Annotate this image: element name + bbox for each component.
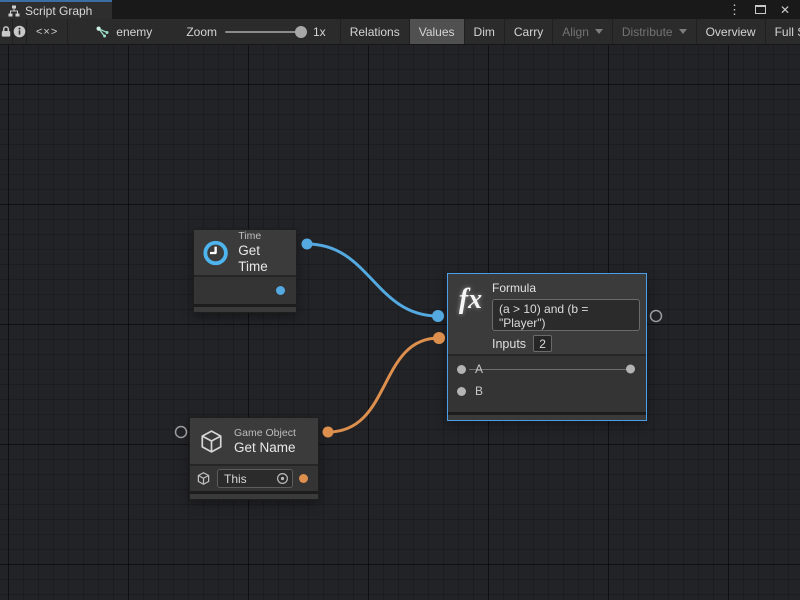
port-label: B xyxy=(475,384,483,398)
get-time-output-row xyxy=(194,275,296,304)
tab-title: Script Graph xyxy=(25,4,92,18)
cube-icon xyxy=(196,471,211,486)
get-name-input-row: This xyxy=(190,464,318,491)
clock-icon xyxy=(202,238,229,268)
fullscreen-button[interactable]: Full Screen xyxy=(766,19,800,44)
get-time-header: Time Get Time xyxy=(194,230,296,275)
distribute-label: Distribute xyxy=(622,25,673,39)
script-graph-window: Script Graph ⋮ ✕ <×> xyxy=(0,0,800,600)
output-port[interactable] xyxy=(626,365,635,374)
carry-button[interactable]: Carry xyxy=(505,19,553,44)
formula-expression-input[interactable]: (a > 10) and (b = "Player") xyxy=(492,299,640,331)
input-port-a[interactable] xyxy=(457,365,466,374)
node-title: Get Name xyxy=(234,440,296,456)
title-bar: Script Graph ⋮ ✕ xyxy=(0,0,800,19)
close-icon[interactable]: ✕ xyxy=(780,4,790,16)
window-controls: ⋮ ✕ xyxy=(728,0,800,19)
tab-script-graph[interactable]: Script Graph xyxy=(0,0,112,19)
inputs-label: Inputs xyxy=(492,337,526,351)
node-category: Time xyxy=(238,230,288,243)
node-get-time[interactable]: Time Get Time xyxy=(193,229,297,313)
node-category: Game Object xyxy=(234,427,296,440)
port-label: A xyxy=(475,362,483,376)
relations-button[interactable]: Relations xyxy=(341,19,410,44)
formula-ports: A B xyxy=(448,354,646,412)
chevron-down-icon xyxy=(679,29,687,34)
node-title: Formula xyxy=(492,281,640,295)
toolbar-spacer xyxy=(68,19,86,44)
graph-toolbar: <×> enemy Zoom 1x Relations Values Dim C… xyxy=(0,19,800,45)
get-name-header: Game Object Get Name xyxy=(190,418,318,464)
node-title: Get Time xyxy=(238,243,288,275)
inspector-button[interactable] xyxy=(13,19,27,44)
value-connection-line xyxy=(469,369,635,370)
zoom-slider-thumb[interactable] xyxy=(295,26,307,38)
node-get-name[interactable]: Game Object Get Name This xyxy=(189,417,319,500)
fx-icon: fx xyxy=(456,283,485,317)
cube-icon xyxy=(198,428,225,455)
input-port-b[interactable] xyxy=(457,387,466,396)
distribute-button[interactable]: Distribute xyxy=(613,19,697,44)
graph-reference[interactable]: enemy xyxy=(86,19,162,44)
input-row-a: A xyxy=(448,358,646,380)
chevron-down-icon xyxy=(595,29,603,34)
object-picker-icon[interactable] xyxy=(276,472,289,485)
zoom-label: Zoom xyxy=(186,25,217,39)
align-label: Align xyxy=(562,25,589,39)
maximize-icon[interactable] xyxy=(755,5,766,14)
node-footer xyxy=(448,412,646,420)
lock-button[interactable] xyxy=(0,19,13,44)
output-port[interactable] xyxy=(299,474,308,483)
target-object-value: This xyxy=(224,472,247,486)
node-footer xyxy=(194,304,296,312)
align-button[interactable]: Align xyxy=(553,19,613,44)
graph-hierarchy-icon xyxy=(8,5,20,17)
graph-name-label: enemy xyxy=(116,25,152,39)
dim-button[interactable]: Dim xyxy=(465,19,505,44)
node-formula[interactable]: fx Formula (a > 10) and (b = "Player") I… xyxy=(447,273,647,421)
node-footer xyxy=(190,491,318,499)
menu-icon[interactable]: ⋮ xyxy=(728,3,741,16)
zoom-slider[interactable] xyxy=(225,31,305,33)
info-icon xyxy=(13,25,26,38)
graph-icon xyxy=(96,26,110,38)
graph-canvas[interactable]: Time Get Time Game Object Get Name xyxy=(0,45,800,600)
zoom-value: 1x xyxy=(313,25,326,39)
formula-header: fx Formula (a > 10) and (b = "Player") I… xyxy=(448,274,646,354)
values-button[interactable]: Values xyxy=(410,19,465,44)
output-port[interactable] xyxy=(276,286,285,295)
lock-icon xyxy=(0,25,12,38)
overview-button[interactable]: Overview xyxy=(697,19,766,44)
variables-toggle-button[interactable]: <×> xyxy=(27,19,68,44)
input-row-b: B xyxy=(448,380,646,402)
target-object-field[interactable]: This xyxy=(217,469,293,488)
zoom-control: Zoom 1x xyxy=(162,19,340,44)
inputs-count-field[interactable]: 2 xyxy=(533,335,552,352)
